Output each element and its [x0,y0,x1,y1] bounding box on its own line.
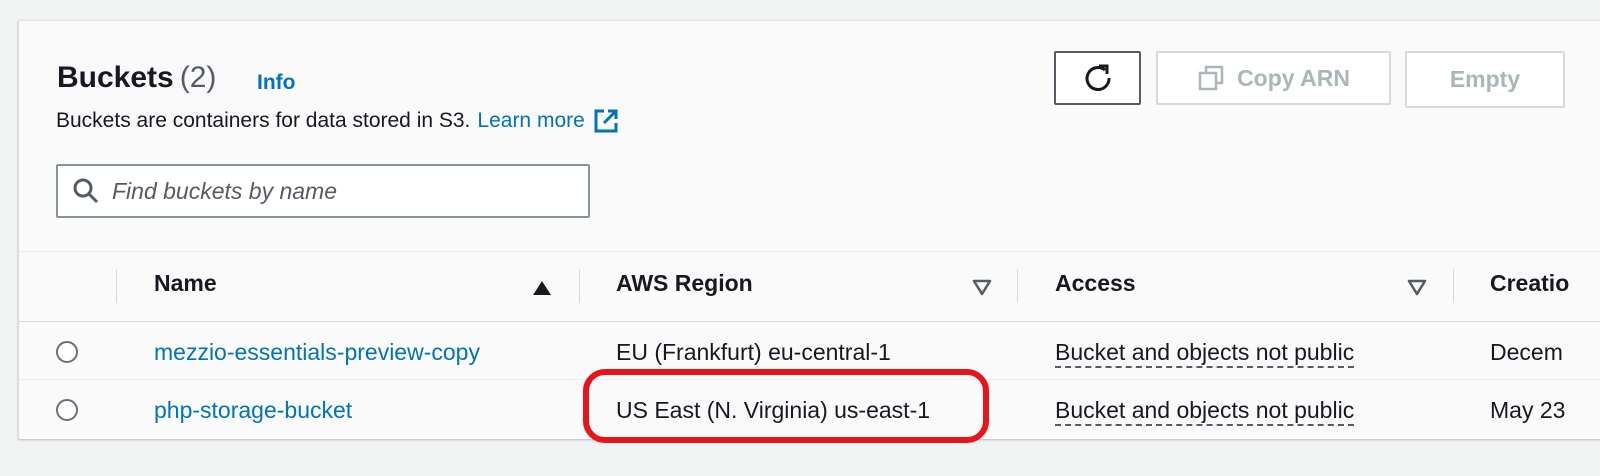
info-link[interactable]: Info [257,71,295,95]
external-link-icon[interactable] [593,108,619,134]
copy-arn-button[interactable]: Copy ARN [1156,51,1391,105]
table-divider [19,251,1600,252]
search-input[interactable] [110,176,554,206]
sort-descending-icon[interactable] [1407,279,1427,297]
column-separator [116,269,117,303]
search-field[interactable] [56,164,590,218]
bucket-name-link[interactable]: mezzio-essentials-preview-copy [154,339,480,366]
page-title: Buckets (2) [57,61,216,95]
column-separator [1017,269,1018,303]
buckets-panel: Buckets (2) Info Buckets are containers f… [18,20,1600,443]
column-header-region[interactable]: AWS Region [616,270,753,297]
search-icon [73,178,99,204]
column-header-creation-date[interactable]: Creatio [1490,270,1569,297]
buckets-title: Buckets [57,61,174,94]
column-separator [1453,269,1454,303]
column-header-name[interactable]: Name [154,270,217,297]
buckets-description: Buckets are containers for data stored i… [56,108,619,134]
row-select-radio[interactable] [56,341,78,363]
bucket-count: (2) [179,61,217,94]
bucket-region: EU (Frankfurt) eu-central-1 [616,339,891,365]
copy-icon [1198,65,1224,91]
bucket-creation-date: May 23 [1490,397,1566,423]
empty-label: Empty [1449,66,1521,92]
sort-ascending-icon[interactable] [533,281,551,295]
column-separator [579,269,580,303]
description-text: Buckets are containers for data stored i… [56,109,471,132]
learn-more-link[interactable]: Learn more [477,109,584,133]
refresh-button[interactable] [1054,51,1141,105]
copy-arn-label: Copy ARN [1237,64,1350,91]
empty-button[interactable]: Empty [1405,51,1565,108]
bucket-access[interactable]: Bucket and objects not public [1055,339,1355,368]
region-highlight-annotation [583,369,989,443]
bucket-creation-date: Decem [1490,339,1563,365]
column-header-access[interactable]: Access [1055,270,1136,297]
bucket-access-text[interactable]: Bucket and objects not public [1055,397,1355,426]
row-select-radio[interactable] [56,399,78,421]
bucket-name-link[interactable]: php-storage-bucket [154,397,352,424]
refresh-icon [1085,64,1111,91]
bucket-access-text[interactable]: Bucket and objects not public [1055,339,1355,368]
header-divider [19,321,1600,322]
bucket-access[interactable]: Bucket and objects not public [1055,397,1355,426]
sort-descending-icon[interactable] [972,279,992,297]
